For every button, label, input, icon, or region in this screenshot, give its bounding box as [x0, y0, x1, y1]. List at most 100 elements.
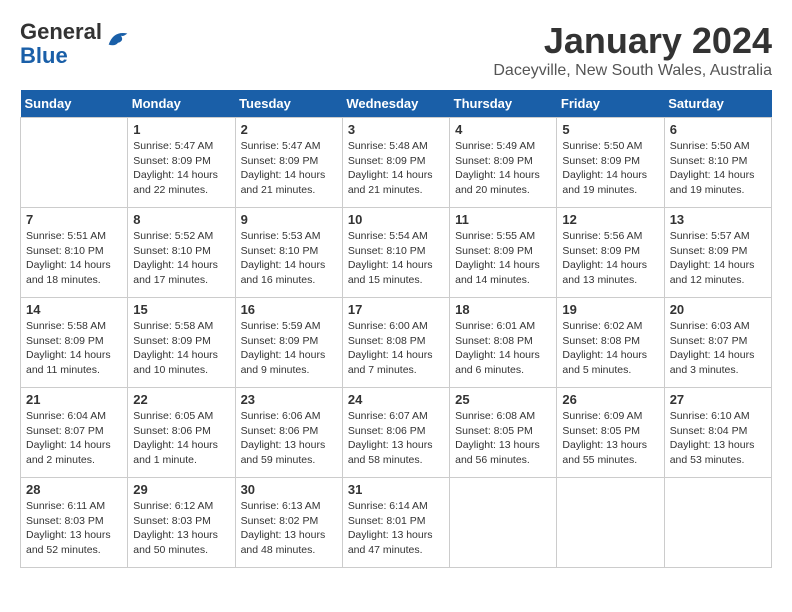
page-header: General Blue January 2024 Daceyville, Ne… [20, 20, 772, 80]
day-info: Sunrise: 6:11 AM Sunset: 8:03 PM Dayligh… [26, 499, 122, 558]
day-number: 24 [348, 392, 444, 407]
col-header-tuesday: Tuesday [235, 90, 342, 118]
calendar-cell: 24Sunrise: 6:07 AM Sunset: 8:06 PM Dayli… [342, 388, 449, 478]
calendar-cell: 14 Sunrise: 5:58 AM Sunset: 8:09 PM Dayli… [21, 298, 128, 388]
day-number: 22 [133, 392, 229, 407]
calendar-cell [557, 478, 664, 568]
calendar-cell: 9Sunrise: 5:53 AM Sunset: 8:10 PM Daylig… [235, 208, 342, 298]
logo-bird-icon [104, 26, 132, 54]
col-header-friday: Friday [557, 90, 664, 118]
day-info: Sunrise: 5:58 AM Sunset: 8:09 PM Dayligh… [26, 319, 122, 378]
day-number: 31 [348, 482, 444, 497]
calendar-cell: 11 Sunrise: 5:55 AM Sunset: 8:09 PM Dayli… [450, 208, 557, 298]
day-info: Sunrise: 5:49 AM Sunset: 8:09 PM Dayligh… [455, 139, 551, 198]
col-header-saturday: Saturday [664, 90, 771, 118]
calendar-cell: 8Sunrise: 5:52 AM Sunset: 8:10 PM Daylig… [128, 208, 235, 298]
calendar-table: SundayMondayTuesdayWednesdayThursdayFrid… [20, 90, 772, 568]
calendar-cell [664, 478, 771, 568]
day-number: 26 [562, 392, 658, 407]
calendar-cell: 20 Sunrise: 6:03 AM Sunset: 8:07 PM Dayli… [664, 298, 771, 388]
logo-blue: Blue [20, 43, 68, 68]
day-info: Sunrise: 5:57 AM Sunset: 8:09 PM Dayligh… [670, 229, 766, 288]
day-number: 3 [348, 122, 444, 137]
calendar-cell: 31 Sunrise: 6:14 AM Sunset: 8:01 PM Dayli… [342, 478, 449, 568]
calendar-cell: 13 Sunrise: 5:57 AM Sunset: 8:09 PM Dayli… [664, 208, 771, 298]
week-row-4: 21Sunrise: 6:04 AM Sunset: 8:07 PM Dayli… [21, 388, 772, 478]
week-row-5: 28 Sunrise: 6:11 AM Sunset: 8:03 PM Dayli… [21, 478, 772, 568]
day-info: Sunrise: 5:56 AM Sunset: 8:09 PM Dayligh… [562, 229, 658, 288]
week-row-3: 14 Sunrise: 5:58 AM Sunset: 8:09 PM Dayli… [21, 298, 772, 388]
week-row-2: 7Sunrise: 5:51 AM Sunset: 8:10 PM Daylig… [21, 208, 772, 298]
day-info: Sunrise: 5:59 AM Sunset: 8:09 PM Dayligh… [241, 319, 337, 378]
day-info: Sunrise: 5:47 AM Sunset: 8:09 PM Dayligh… [133, 139, 229, 198]
col-header-sunday: Sunday [21, 90, 128, 118]
day-number: 13 [670, 212, 766, 227]
calendar-cell: 4 Sunrise: 5:49 AM Sunset: 8:09 PM Daylig… [450, 118, 557, 208]
calendar-cell: 15Sunrise: 5:58 AM Sunset: 8:09 PM Dayli… [128, 298, 235, 388]
calendar-cell: 26Sunrise: 6:09 AM Sunset: 8:05 PM Dayli… [557, 388, 664, 478]
day-number: 16 [241, 302, 337, 317]
col-header-wednesday: Wednesday [342, 90, 449, 118]
day-number: 18 [455, 302, 551, 317]
calendar-cell: 16 Sunrise: 5:59 AM Sunset: 8:09 PM Dayli… [235, 298, 342, 388]
day-info: Sunrise: 6:03 AM Sunset: 8:07 PM Dayligh… [670, 319, 766, 378]
day-number: 29 [133, 482, 229, 497]
day-number: 10 [348, 212, 444, 227]
calendar-cell: 1 Sunrise: 5:47 AM Sunset: 8:09 PM Daylig… [128, 118, 235, 208]
day-info: Sunrise: 5:58 AM Sunset: 8:09 PM Dayligh… [133, 319, 229, 378]
day-info: Sunrise: 5:51 AM Sunset: 8:10 PM Dayligh… [26, 229, 122, 288]
day-number: 5 [562, 122, 658, 137]
day-info: Sunrise: 6:02 AM Sunset: 8:08 PM Dayligh… [562, 319, 658, 378]
col-header-thursday: Thursday [450, 90, 557, 118]
day-info: Sunrise: 5:50 AM Sunset: 8:09 PM Dayligh… [562, 139, 658, 198]
day-number: 2 [241, 122, 337, 137]
week-row-1: 1 Sunrise: 5:47 AM Sunset: 8:09 PM Daylig… [21, 118, 772, 208]
day-number: 19 [562, 302, 658, 317]
day-number: 14 [26, 302, 122, 317]
day-number: 23 [241, 392, 337, 407]
day-info: Sunrise: 5:55 AM Sunset: 8:09 PM Dayligh… [455, 229, 551, 288]
calendar-cell: 12 Sunrise: 5:56 AM Sunset: 8:09 PM Dayli… [557, 208, 664, 298]
day-info: Sunrise: 6:12 AM Sunset: 8:03 PM Dayligh… [133, 499, 229, 558]
calendar-cell: 27Sunrise: 6:10 AM Sunset: 8:04 PM Dayli… [664, 388, 771, 478]
calendar-cell: 30Sunrise: 6:13 AM Sunset: 8:02 PM Dayli… [235, 478, 342, 568]
calendar-cell: 2 Sunrise: 5:47 AM Sunset: 8:09 PM Daylig… [235, 118, 342, 208]
calendar-cell: 18 Sunrise: 6:01 AM Sunset: 8:08 PM Dayli… [450, 298, 557, 388]
day-number: 11 [455, 212, 551, 227]
calendar-cell [21, 118, 128, 208]
calendar-cell: 6Sunrise: 5:50 AM Sunset: 8:10 PM Daylig… [664, 118, 771, 208]
day-info: Sunrise: 6:14 AM Sunset: 8:01 PM Dayligh… [348, 499, 444, 558]
day-info: Sunrise: 5:48 AM Sunset: 8:09 PM Dayligh… [348, 139, 444, 198]
day-number: 25 [455, 392, 551, 407]
calendar-cell: 10 Sunrise: 5:54 AM Sunset: 8:10 PM Dayli… [342, 208, 449, 298]
day-number: 20 [670, 302, 766, 317]
day-number: 9 [241, 212, 337, 227]
calendar-cell: 22Sunrise: 6:05 AM Sunset: 8:06 PM Dayli… [128, 388, 235, 478]
day-number: 1 [133, 122, 229, 137]
header-row: SundayMondayTuesdayWednesdayThursdayFrid… [21, 90, 772, 118]
calendar-cell: 25 Sunrise: 6:08 AM Sunset: 8:05 PM Dayli… [450, 388, 557, 478]
calendar-cell: 29 Sunrise: 6:12 AM Sunset: 8:03 PM Dayli… [128, 478, 235, 568]
day-info: Sunrise: 5:47 AM Sunset: 8:09 PM Dayligh… [241, 139, 337, 198]
calendar-cell [450, 478, 557, 568]
calendar-cell: 19 Sunrise: 6:02 AM Sunset: 8:08 PM Dayli… [557, 298, 664, 388]
calendar-cell: 23 Sunrise: 6:06 AM Sunset: 8:06 PM Dayli… [235, 388, 342, 478]
day-info: Sunrise: 6:06 AM Sunset: 8:06 PM Dayligh… [241, 409, 337, 468]
day-info: Sunrise: 5:52 AM Sunset: 8:10 PM Dayligh… [133, 229, 229, 288]
day-number: 4 [455, 122, 551, 137]
day-info: Sunrise: 6:08 AM Sunset: 8:05 PM Dayligh… [455, 409, 551, 468]
calendar-cell: 28 Sunrise: 6:11 AM Sunset: 8:03 PM Dayli… [21, 478, 128, 568]
day-number: 12 [562, 212, 658, 227]
day-info: Sunrise: 6:10 AM Sunset: 8:04 PM Dayligh… [670, 409, 766, 468]
logo-general: General [20, 19, 102, 44]
day-number: 17 [348, 302, 444, 317]
col-header-monday: Monday [128, 90, 235, 118]
calendar-cell: 21Sunrise: 6:04 AM Sunset: 8:07 PM Dayli… [21, 388, 128, 478]
day-number: 28 [26, 482, 122, 497]
day-info: Sunrise: 6:01 AM Sunset: 8:08 PM Dayligh… [455, 319, 551, 378]
day-info: Sunrise: 5:54 AM Sunset: 8:10 PM Dayligh… [348, 229, 444, 288]
calendar-cell: 17Sunrise: 6:00 AM Sunset: 8:08 PM Dayli… [342, 298, 449, 388]
location-subtitle: Daceyville, New South Wales, Australia [493, 62, 772, 80]
day-number: 6 [670, 122, 766, 137]
month-title: January 2024 [493, 20, 772, 62]
